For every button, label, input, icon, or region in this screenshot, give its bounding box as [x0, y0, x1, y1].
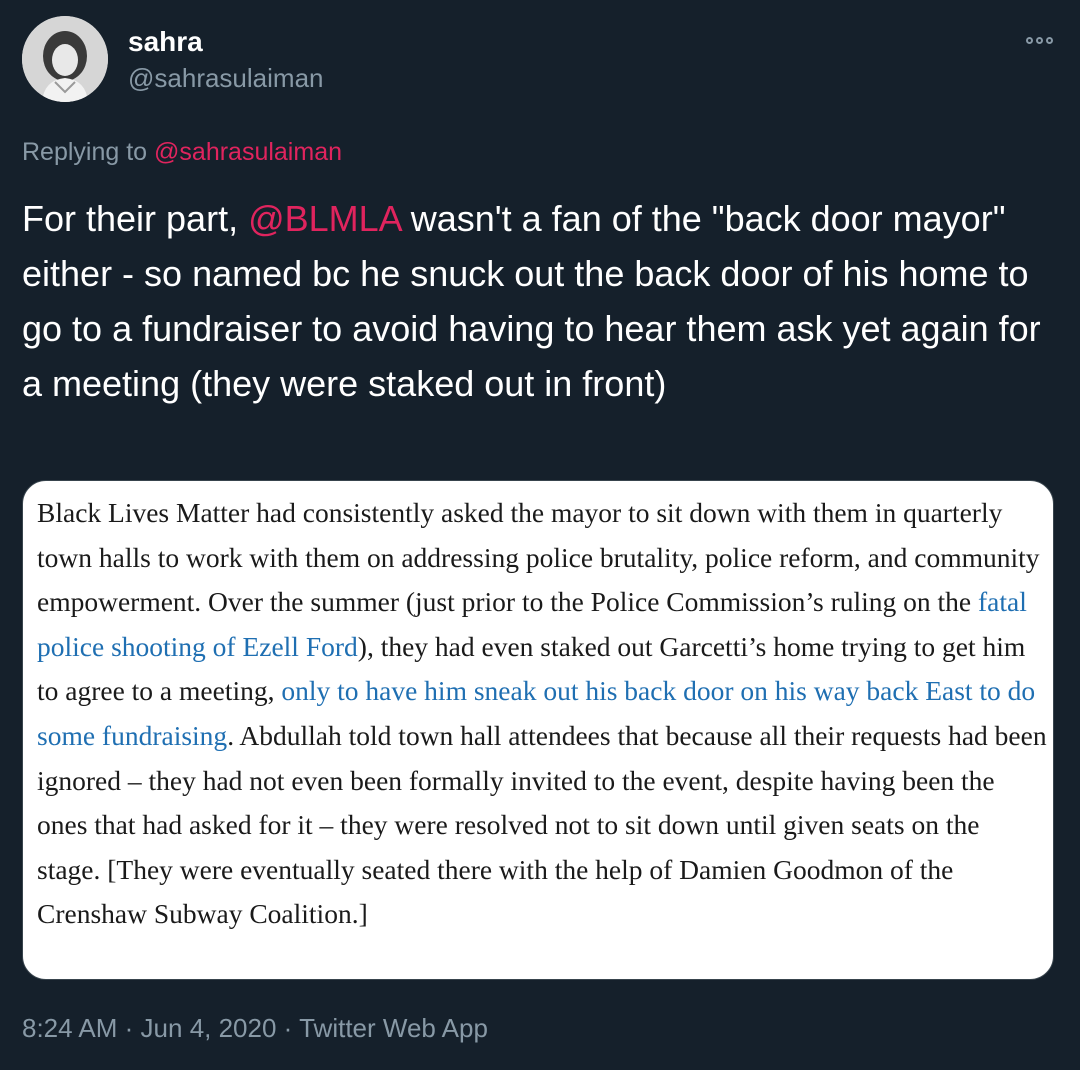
tweet-text-start: For their part, [22, 198, 239, 239]
meta-separator: · [124, 1013, 134, 1043]
attached-image-card[interactable]: Black Lives Matter had consistently aske… [22, 480, 1054, 980]
tweet-date-link[interactable]: Jun 4, 2020 [141, 1013, 277, 1043]
tweet-metadata: 8:24 AM · Jun 4, 2020 · Twitter Web App [22, 1011, 488, 1045]
more-dot [1045, 36, 1053, 44]
meta-separator: · [283, 1013, 293, 1043]
replying-to-label: Replying to [22, 138, 148, 166]
tweet-text: For their part, @BLMLA wasn't a fan of t… [22, 191, 1062, 411]
tweet-time-link[interactable]: 8:24 AM [22, 1013, 117, 1043]
more-options-icon[interactable] [1020, 30, 1058, 50]
avatar-photo [22, 16, 108, 102]
excerpt-text-1: Black Lives Matter had consistently aske… [37, 497, 1040, 618]
author-display-name[interactable]: sahra [128, 26, 203, 58]
avatar[interactable] [22, 16, 108, 102]
author-handle[interactable]: @sahrasulaiman [128, 62, 323, 94]
mention-link[interactable]: @BLMLA [248, 198, 401, 239]
tweet-source-link[interactable]: Twitter Web App [299, 1013, 488, 1043]
replying-to-handle-link[interactable]: @sahrasulaiman [154, 138, 342, 166]
more-dot [1025, 36, 1033, 44]
more-dot [1035, 36, 1043, 44]
quoted-article-excerpt: Black Lives Matter had consistently aske… [37, 491, 1047, 937]
replying-to-line: Replying to @sahrasulaiman [22, 136, 342, 168]
excerpt-text-3: . Abdullah told town hall attendees that… [37, 719, 1047, 930]
